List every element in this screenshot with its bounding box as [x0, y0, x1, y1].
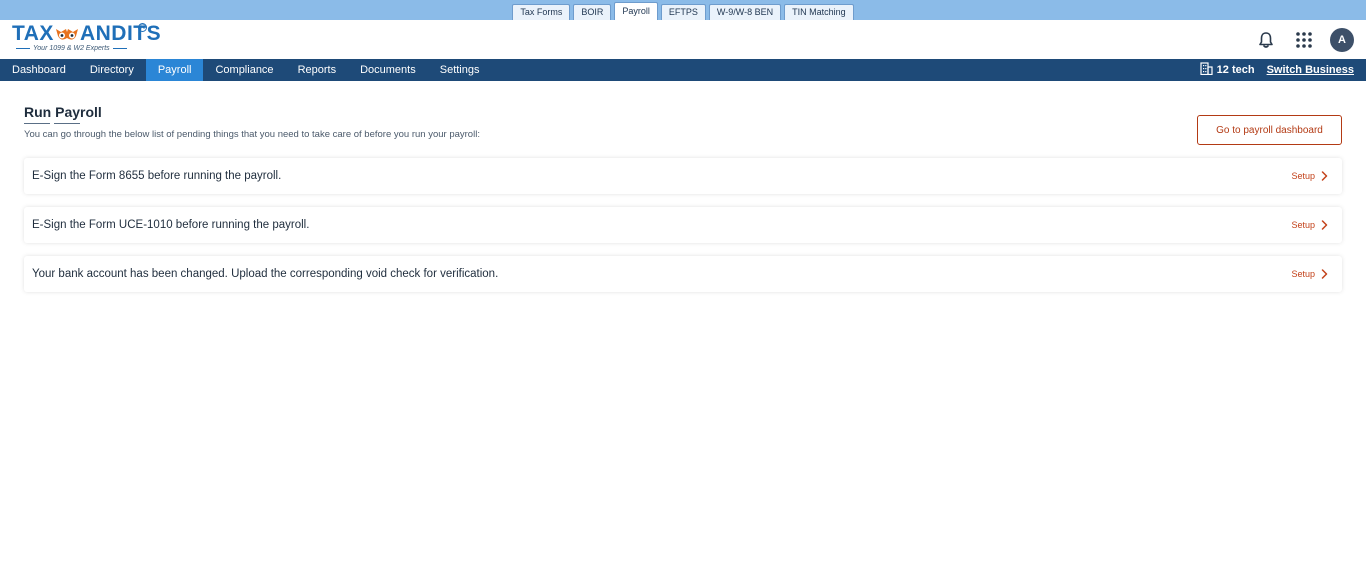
nav-compliance[interactable]: Compliance — [203, 59, 285, 81]
user-avatar[interactable]: A — [1330, 28, 1354, 52]
task-text: Your bank account has been changed. Uplo… — [32, 268, 499, 280]
nav-documents[interactable]: Documents — [348, 59, 428, 81]
task-item: E-Sign the Form UCE-1010 before running … — [24, 207, 1342, 243]
chevron-right-icon — [1321, 220, 1328, 230]
setup-label: Setup — [1291, 220, 1315, 230]
task-text: E-Sign the Form UCE-1010 before running … — [32, 219, 310, 231]
chevron-right-icon — [1321, 269, 1328, 279]
registered-mark: R — [138, 23, 147, 32]
apps-grid-icon[interactable] — [1292, 28, 1316, 52]
business-name: 12 tech — [1216, 64, 1255, 76]
task-item: Your bank account has been changed. Uplo… — [24, 256, 1342, 292]
switch-business-link[interactable]: Switch Business — [1267, 64, 1354, 76]
chevron-right-icon — [1321, 171, 1328, 181]
setup-label: Setup — [1291, 269, 1315, 279]
run-payroll-section: Run Payroll You can go through the below… — [24, 104, 1342, 292]
logo-tagline-text: Your 1099 & W2 Experts — [33, 45, 110, 52]
logo-tagline: Your 1099 & W2 Experts — [16, 45, 152, 52]
setup-link[interactable]: Setup — [1291, 220, 1328, 230]
header-actions: A — [1254, 28, 1354, 52]
nav-dashboard[interactable]: Dashboard — [0, 59, 78, 81]
taxbandits-logo[interactable]: TAX ANDITS R Your 1099 & W2 Experts — [12, 22, 161, 57]
logo-text-left: TAX — [12, 22, 54, 45]
product-tab-boir[interactable]: BOIR — [573, 4, 612, 20]
logo-wordmark: TAX ANDITS — [12, 22, 161, 45]
setup-label: Setup — [1291, 171, 1315, 181]
product-tab-tin-matching[interactable]: TIN Matching — [784, 4, 854, 20]
current-business: 12 tech — [1200, 62, 1255, 78]
title-underline — [24, 123, 1342, 124]
main-nav: Dashboard Directory Payroll Compliance R… — [0, 59, 1366, 81]
product-tab-tax-forms[interactable]: Tax Forms — [512, 4, 571, 20]
page-subtitle: You can go through the below list of pen… — [24, 129, 480, 140]
nav-settings[interactable]: Settings — [428, 59, 492, 81]
task-item: E-Sign the Form 8655 before running the … — [24, 158, 1342, 194]
product-tab-payroll[interactable]: Payroll — [614, 2, 658, 20]
product-tab-eftps[interactable]: EFTPS — [660, 4, 706, 20]
setup-link[interactable]: Setup — [1291, 171, 1328, 181]
nav-reports[interactable]: Reports — [286, 59, 349, 81]
setup-link[interactable]: Setup — [1291, 269, 1328, 279]
bell-icon[interactable] — [1254, 28, 1278, 52]
owl-eyes-icon — [55, 26, 79, 42]
app-header: TAX ANDITS R Your 1099 & W2 Experts A — [0, 20, 1366, 59]
logo-text-right: ANDITS — [79, 22, 162, 45]
pending-task-list: E-Sign the Form 8655 before running the … — [24, 158, 1342, 305]
task-text: E-Sign the Form 8655 before running the … — [32, 170, 282, 182]
go-to-payroll-dashboard-button[interactable]: Go to payroll dashboard — [1197, 115, 1342, 145]
page-title: Run Payroll — [24, 104, 102, 120]
product-tab-w9-w8ben[interactable]: W-9/W-8 BEN — [708, 4, 782, 20]
product-switcher-bar: Tax Forms BOIR Payroll EFTPS W-9/W-8 BEN… — [0, 0, 1366, 20]
nav-directory[interactable]: Directory — [78, 59, 146, 81]
building-icon — [1200, 62, 1213, 78]
nav-payroll[interactable]: Payroll — [145, 59, 204, 81]
